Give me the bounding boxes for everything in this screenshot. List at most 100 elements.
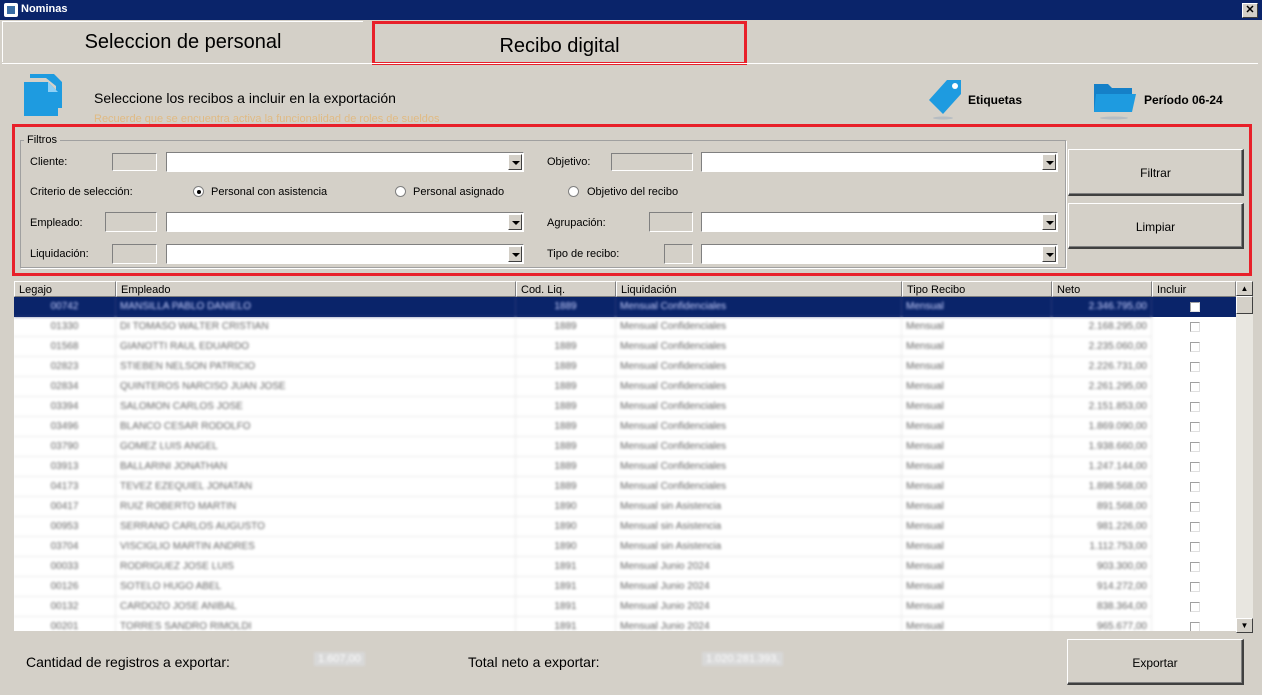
table-cell: BLANCO CESAR RODOLFO [116, 417, 516, 437]
table-cell: 1890 [516, 497, 616, 517]
table-row[interactable]: 00742 MANSILLA PABLO DANIELO 1889 Mensual C… [14, 297, 1236, 317]
incluir-checkbox[interactable] [1190, 342, 1200, 352]
table-row[interactable]: 00132 CARDOZO JOSE ANIBAL 1891 Mensual Juni… [14, 597, 1236, 617]
agrupacion-select[interactable] [701, 212, 1058, 232]
column-header[interactable]: Cod. Liq. [516, 281, 616, 297]
column-header[interactable]: Legajo [14, 281, 116, 297]
exportar-button[interactable]: Exportar [1067, 639, 1244, 685]
table-row[interactable]: 03790 GOMEZ LUIS ANGEL 1889 Mensual Confide… [14, 437, 1236, 457]
table-cell: Mensual Confidenciales [616, 377, 902, 397]
table-row[interactable]: 03394 SALOMON CARLOS JOSE 1889 Mensual Conf… [14, 397, 1236, 417]
table-cell: Mensual [902, 317, 1052, 337]
incluir-checkbox[interactable] [1190, 522, 1200, 532]
column-header[interactable]: Empleado [116, 281, 516, 297]
empleado-code-field[interactable] [105, 212, 157, 232]
radio-personal-asignado-label[interactable]: Personal asignado [413, 186, 504, 198]
chevron-down-icon[interactable] [508, 246, 522, 262]
tab-recibo-digital[interactable]: Recibo digital [372, 21, 747, 65]
folder-icon[interactable] [1092, 78, 1138, 120]
table-row[interactable]: 00201 TORRES SANDRO RIMOLDI 1891 Mensual Ju… [14, 617, 1236, 631]
cantidad-value: 1.607,00 [314, 652, 365, 666]
tipo-recibo-code-field[interactable] [664, 244, 693, 264]
chevron-down-icon[interactable] [1042, 154, 1056, 170]
tab-strip: Seleccion de personal Recibo digital [2, 21, 1258, 65]
cliente-code-field[interactable] [112, 153, 157, 171]
column-header[interactable]: Tipo Recibo [902, 281, 1052, 297]
table-cell: Mensual [902, 457, 1052, 477]
tipo-recibo-select[interactable] [701, 244, 1058, 264]
empleado-select[interactable] [166, 212, 524, 232]
tag-icon[interactable] [925, 76, 965, 120]
incluir-checkbox[interactable] [1190, 402, 1200, 412]
table-row[interactable]: 00953 SERRANO CARLOS AUGUSTO 1890 Mensual s… [14, 517, 1236, 537]
chevron-down-icon[interactable] [508, 154, 522, 170]
table-row[interactable]: 00126 SOTELO HUGO ABEL 1891 Mensual Junio 2… [14, 577, 1236, 597]
incluir-checkbox[interactable] [1190, 322, 1200, 332]
table-cell: DI TOMASO WALTER CRISTIAN [116, 317, 516, 337]
incluir-checkbox[interactable] [1190, 622, 1200, 631]
incluir-checkbox[interactable] [1190, 602, 1200, 612]
incluir-checkbox[interactable] [1190, 442, 1200, 452]
incluir-checkbox[interactable] [1190, 542, 1200, 552]
incluir-checkbox[interactable] [1190, 382, 1200, 392]
incluir-checkbox[interactable] [1190, 502, 1200, 512]
table-header: Legajo Empleado Cod. Liq. Liquidación Tipo R… [14, 281, 1236, 297]
chevron-down-icon[interactable] [1042, 246, 1056, 262]
table-cell: SERRANO CARLOS AUGUSTO [116, 517, 516, 537]
objetivo-code-field[interactable] [611, 153, 693, 171]
chevron-down-icon[interactable] [508, 214, 522, 230]
incluir-checkbox[interactable] [1190, 462, 1200, 472]
chevron-down-icon[interactable] [1042, 214, 1056, 230]
table-row[interactable]: 04173 TEVEZ EZEQUIEL JONATAN 1889 Mensual C… [14, 477, 1236, 497]
table-row[interactable]: 00417 RUIZ ROBERTO MARTIN 1890 Mensual sin … [14, 497, 1236, 517]
table-row[interactable]: 03704 VISCIGLIO MARTIN ANDRES 1890 Mensual … [14, 537, 1236, 557]
table-cell: 00742 [14, 297, 116, 317]
column-header[interactable]: Neto [1052, 281, 1152, 297]
scroll-thumb[interactable] [1236, 296, 1253, 314]
limpiar-button[interactable]: Limpiar [1068, 203, 1244, 249]
filtrar-button[interactable]: Filtrar [1068, 149, 1244, 196]
liquidacion-select[interactable] [166, 244, 524, 264]
incluir-checkbox[interactable] [1190, 482, 1200, 492]
table-cell: Mensual sin Asistencia [616, 537, 902, 557]
table-cell: Mensual [902, 517, 1052, 537]
arrow-up-icon[interactable]: ▲ [1236, 281, 1253, 296]
table-cell: Mensual [902, 537, 1052, 557]
recibos-table[interactable]: Legajo Empleado Cod. Liq. Liquidación Tipo R… [14, 281, 1236, 631]
incluir-checkbox[interactable] [1190, 422, 1200, 432]
radio-personal-asignado[interactable] [395, 186, 406, 197]
incluir-checkbox[interactable] [1190, 362, 1200, 372]
cantidad-label: Cantidad de registros a exportar: [26, 654, 230, 670]
table-cell: TORRES SANDRO RIMOLDI [116, 617, 516, 631]
table-row[interactable]: 00033 RODRIGUEZ JOSE LUIS 1891 Mensual Juni… [14, 557, 1236, 577]
table-row[interactable]: 02823 STIEBEN NELSON PATRICIO 1889 Mensual … [14, 357, 1236, 377]
table-row[interactable]: 01330 DI TOMASO WALTER CRISTIAN 1889 Mensua… [14, 317, 1236, 337]
close-icon[interactable]: ✕ [1242, 3, 1258, 18]
table-scrollbar[interactable]: ▲ ▼ [1236, 281, 1253, 633]
radio-personal-asistencia[interactable] [193, 186, 204, 197]
liquidacion-code-field[interactable] [112, 244, 157, 264]
agrupacion-code-field[interactable] [649, 212, 693, 232]
tab-seleccion-personal[interactable]: Seleccion de personal [2, 21, 363, 62]
table-row[interactable]: 03913 BALLARINI JONATHAN 1889 Mensual Confi… [14, 457, 1236, 477]
objetivo-select[interactable] [701, 152, 1058, 172]
arrow-down-icon[interactable]: ▼ [1236, 618, 1253, 633]
radio-objetivo-recibo[interactable] [568, 186, 579, 197]
table-cell: Mensual [902, 617, 1052, 631]
cliente-select[interactable] [166, 152, 524, 172]
incluir-checkbox[interactable] [1190, 302, 1200, 312]
table-row[interactable]: 03496 BLANCO CESAR RODOLFO 1889 Mensual Con… [14, 417, 1236, 437]
etiquetas-label[interactable]: Etiquetas [968, 93, 1022, 107]
periodo-label[interactable]: Período 06-24 [1144, 93, 1223, 107]
table-row[interactable]: 02834 QUINTEROS NARCISO JUAN JOSE 1889 Mens… [14, 377, 1236, 397]
incluir-checkbox[interactable] [1190, 562, 1200, 572]
table-cell: Mensual [902, 417, 1052, 437]
table-cell: Mensual Confidenciales [616, 357, 902, 377]
radio-personal-asistencia-label[interactable]: Personal con asistencia [211, 186, 327, 198]
incluir-checkbox[interactable] [1190, 582, 1200, 592]
table-row[interactable]: 01568 GIANOTTI RAUL EDUARDO 1889 Mensual Co… [14, 337, 1236, 357]
column-header[interactable]: Incluir [1152, 281, 1236, 297]
radio-objetivo-recibo-label[interactable]: Objetivo del recibo [587, 186, 678, 198]
column-header[interactable]: Liquidación [616, 281, 902, 297]
table-cell: 03704 [14, 537, 116, 557]
